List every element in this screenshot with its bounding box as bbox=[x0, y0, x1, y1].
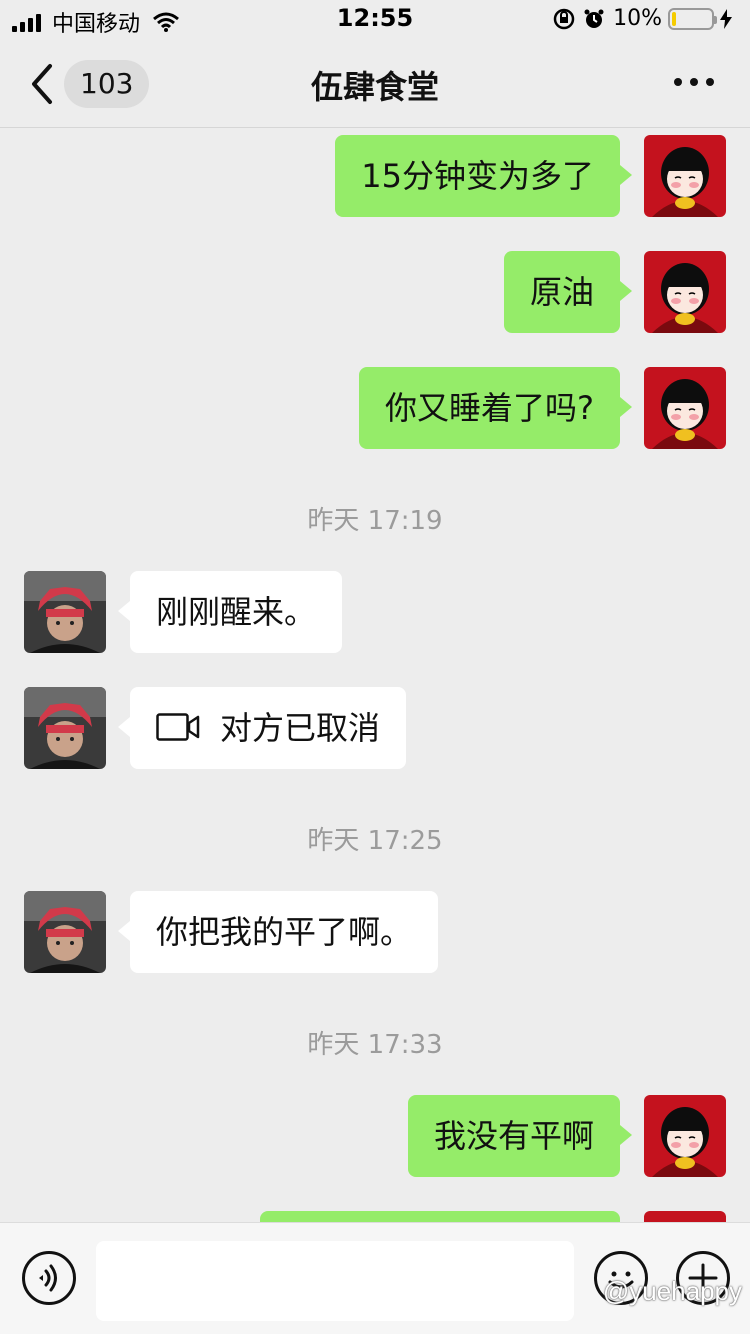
my-avatar[interactable] bbox=[644, 251, 726, 333]
video-call-status: 对方已取消 bbox=[220, 709, 381, 747]
message-received: 对方已取消 bbox=[0, 687, 750, 769]
nav-bar: 103 伍肆食堂 bbox=[0, 40, 750, 128]
message-sent-partial bbox=[0, 1211, 750, 1222]
message-timestamp: 昨天 17:33 bbox=[307, 1030, 443, 1060]
voice-icon[interactable] bbox=[22, 1251, 76, 1305]
my-avatar[interactable] bbox=[644, 367, 726, 449]
message-timestamp: 昨天 17:19 bbox=[307, 506, 443, 536]
more-icon[interactable] bbox=[674, 78, 714, 90]
battery-fill bbox=[672, 11, 676, 26]
video-call-bubble[interactable]: 对方已取消 bbox=[117, 687, 407, 769]
message-bubble[interactable]: 15分钟变为多了 bbox=[335, 135, 632, 217]
status-bar: 中国移动 12:55 10% bbox=[0, 0, 750, 40]
watermark: @yuehappy bbox=[602, 1276, 742, 1306]
message-timestamp: 昨天 17:25 bbox=[307, 826, 443, 856]
contact-avatar[interactable] bbox=[24, 571, 106, 653]
message-bubble[interactable]: 原油 bbox=[503, 251, 633, 333]
contact-avatar[interactable] bbox=[24, 687, 106, 769]
my-avatar[interactable] bbox=[644, 135, 726, 217]
charging-icon bbox=[720, 8, 732, 29]
contact-avatar[interactable] bbox=[24, 891, 106, 973]
status-right: 10% bbox=[553, 6, 740, 31]
video-call-icon bbox=[156, 713, 200, 741]
my-avatar[interactable] bbox=[644, 1095, 726, 1177]
message-sent: 你又睡着了吗? bbox=[0, 367, 750, 449]
my-avatar[interactable] bbox=[644, 1211, 726, 1222]
message-bubble[interactable]: 刚刚醒来。 bbox=[117, 571, 343, 653]
message-input[interactable] bbox=[96, 1241, 574, 1321]
alarm-icon bbox=[584, 9, 604, 28]
orientation-lock-icon bbox=[553, 8, 575, 29]
message-sent: 我没有平啊 bbox=[0, 1095, 750, 1177]
message-sent: 原油 bbox=[0, 251, 750, 333]
battery-percent: 10% bbox=[613, 6, 662, 31]
message-sent: 15分钟变为多了 bbox=[0, 135, 750, 217]
chat-title: 伍肆食堂 bbox=[310, 68, 439, 106]
battery-icon bbox=[668, 7, 717, 30]
message-bubble[interactable]: 我没有平啊 bbox=[407, 1095, 633, 1177]
message-received: 刚刚醒来。 bbox=[0, 571, 750, 653]
message-bubble[interactable]: 你又睡着了吗? bbox=[359, 367, 632, 449]
message-bubble[interactable]: 你把我的平了啊。 bbox=[117, 891, 439, 973]
message-bubble-partial[interactable] bbox=[260, 1211, 620, 1222]
message-received: 你把我的平了啊。 bbox=[0, 891, 750, 973]
